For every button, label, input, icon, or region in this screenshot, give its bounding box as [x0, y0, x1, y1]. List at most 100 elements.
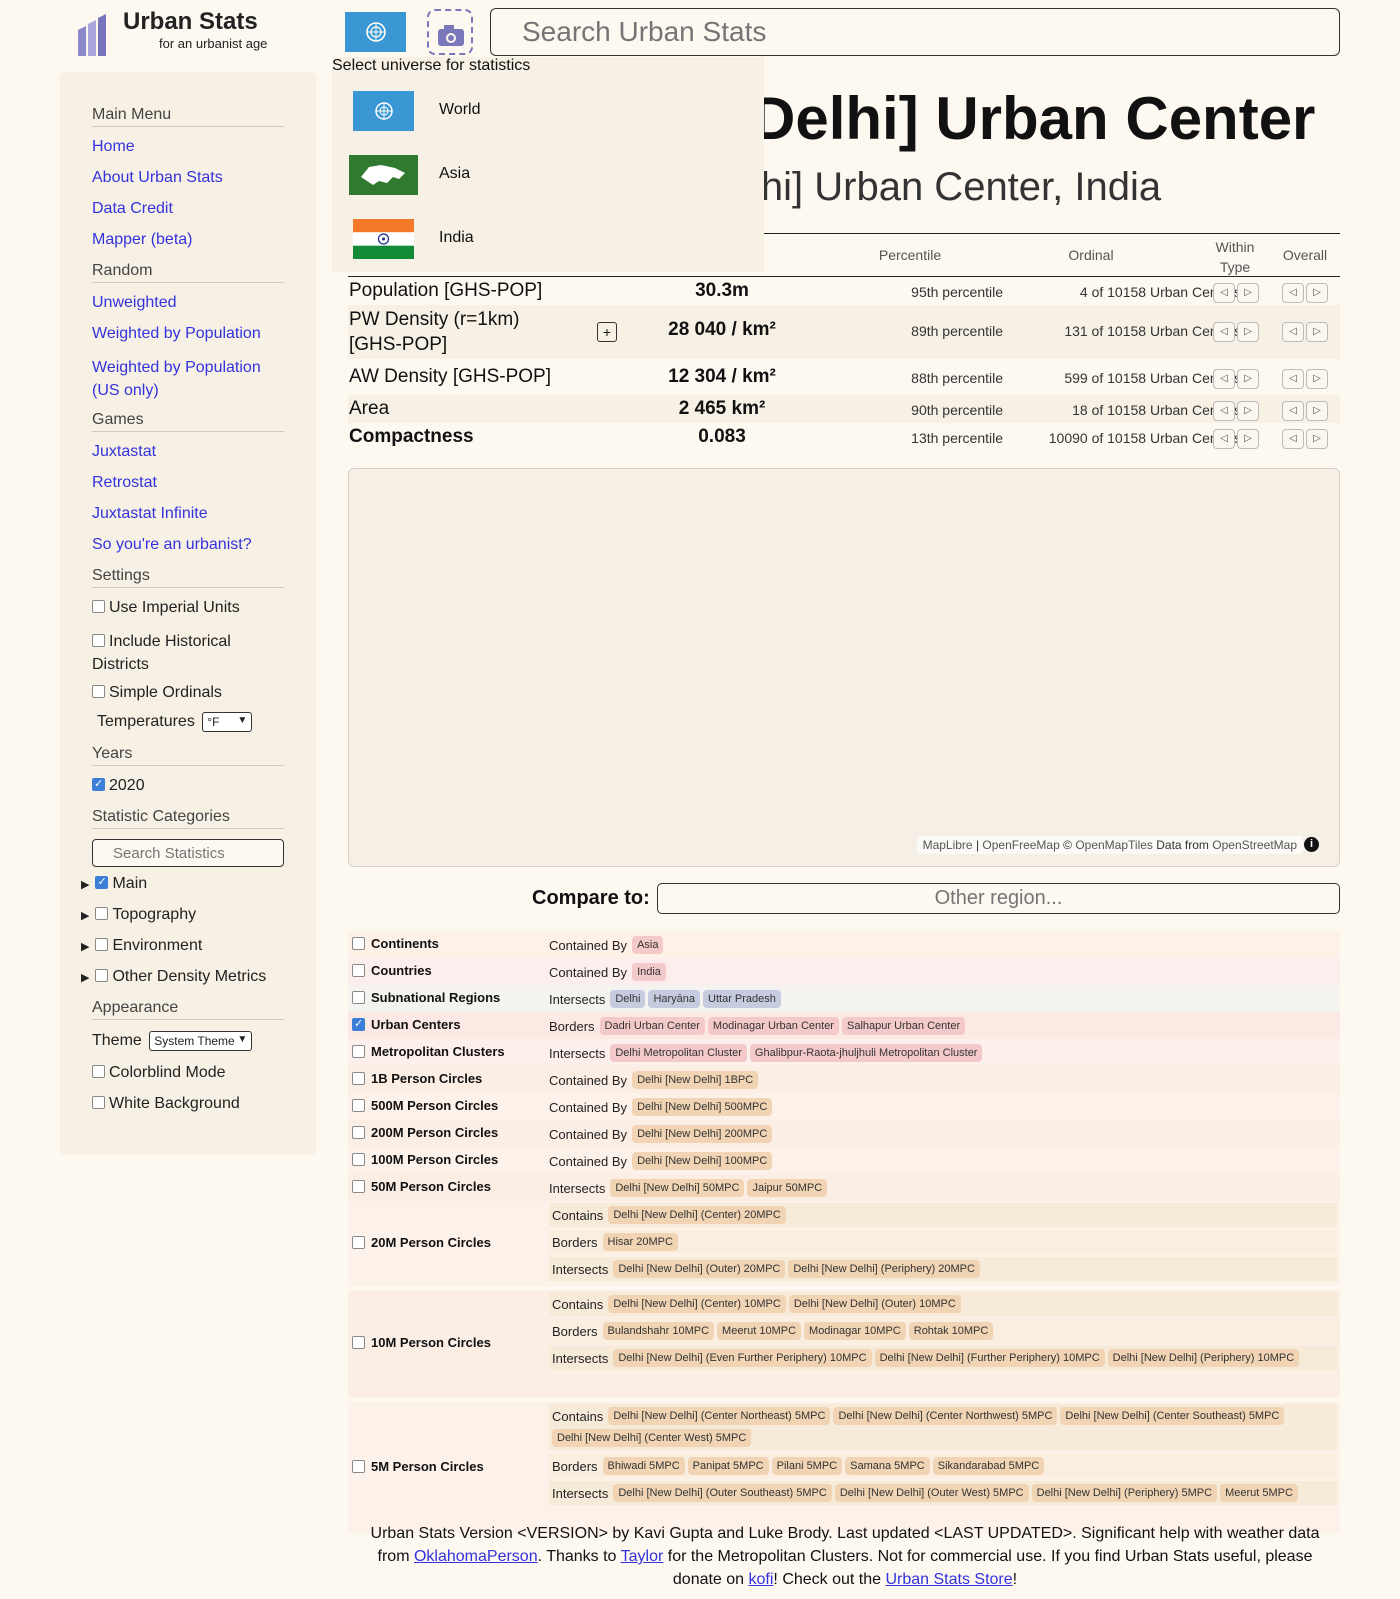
info-icon[interactable]: i — [1304, 837, 1319, 852]
next-within-type-button[interactable]: ▷ — [1237, 429, 1259, 449]
footer-link-store[interactable]: Urban Stats Store — [885, 1571, 1012, 1588]
related-region-tag[interactable]: Delhi [New Delhi] (Center Southeast) 5MP… — [1060, 1407, 1285, 1425]
related-region-tag[interactable]: Ghalibpur-Raota-jhuljhuli Metropolitan C… — [749, 1044, 983, 1062]
related-region-tag[interactable]: Delhi [New Delhi] (Outer West) 5MPC — [834, 1484, 1029, 1502]
related-region-tag[interactable]: Sikandarabad 5MPC — [932, 1457, 1045, 1475]
openfreemap-link[interactable]: OpenFreeMap — [982, 838, 1059, 852]
setting-imperial-units[interactable]: Use Imperial Units — [92, 599, 240, 617]
related-region-tag[interactable]: Delhi [New Delhi] (Outer Southeast) 5MPC — [613, 1484, 832, 1502]
simple-ordinals-checkbox[interactable] — [92, 685, 105, 698]
stat-name[interactable]: AW Density [GHS-POP] — [349, 366, 551, 388]
related-region-tag[interactable]: Delhi [New Delhi] (Center) 20MPC — [608, 1206, 786, 1224]
search-statistics-input[interactable] — [92, 839, 284, 867]
related-region-tag[interactable]: Asia — [632, 936, 664, 954]
prev-within-type-button[interactable]: ◁ — [1213, 369, 1235, 389]
setting-year-2020[interactable]: 2020 — [92, 777, 145, 795]
next-overall-button[interactable]: ▷ — [1306, 429, 1328, 449]
related-region-tag[interactable]: India — [632, 963, 666, 981]
relationship-type[interactable]: 100M Person Circles — [352, 1152, 498, 1167]
expand-plus-button[interactable]: + — [597, 322, 617, 342]
related-region-tag[interactable]: Delhi [New Delhi] 50MPC — [610, 1179, 745, 1197]
footer-link-oklahomaperson[interactable]: OklahomaPerson — [414, 1548, 538, 1565]
relationship-checkbox[interactable] — [352, 1179, 365, 1193]
sidebar-link-urbanist-quiz[interactable]: So you're an urbanist? — [92, 536, 252, 554]
next-overall-button[interactable]: ▷ — [1306, 322, 1328, 342]
sidebar-link-unweighted[interactable]: Unweighted — [92, 294, 177, 312]
category-topography[interactable]: ▶ Topography — [81, 906, 196, 924]
theme-select[interactable]: System Theme ▼ — [149, 1031, 253, 1051]
related-region-tag[interactable]: Modinagar Urban Center — [707, 1017, 839, 1035]
site-logo[interactable]: Urban Stats for an urbanist age — [76, 8, 276, 58]
related-region-tag[interactable]: Delhi [New Delhi] (Center Northeast) 5MP… — [608, 1407, 831, 1425]
related-region-tag[interactable]: Delhi [New Delhi] (Center) 10MPC — [608, 1295, 786, 1313]
related-region-tag[interactable]: Samana 5MPC — [845, 1457, 930, 1475]
related-region-tag[interactable]: Delhi [New Delhi] (Periphery) 10MPC — [1107, 1349, 1300, 1367]
stat-name[interactable]: PW Density (r=1km) [GHS-POP] — [349, 307, 569, 357]
colorblind-checkbox[interactable] — [92, 1065, 105, 1078]
sidebar-link-mapper[interactable]: Mapper (beta) — [92, 231, 193, 249]
next-overall-button[interactable]: ▷ — [1306, 401, 1328, 421]
map-panel[interactable]: MapLibre | OpenFreeMap © OpenMapTiles Da… — [348, 468, 1340, 867]
related-region-tag[interactable]: Uttar Pradesh — [703, 990, 781, 1008]
relationship-checkbox[interactable] — [352, 1336, 365, 1349]
universe-selector-button[interactable] — [345, 12, 406, 52]
relationship-checkbox[interactable] — [352, 1017, 365, 1031]
sidebar-link-data-credit[interactable]: Data Credit — [92, 200, 173, 218]
related-region-tag[interactable]: Delhi [New Delhi] 1BPC — [632, 1071, 759, 1089]
next-within-type-button[interactable]: ▷ — [1237, 322, 1259, 342]
sidebar-link-juxtastat-infinite[interactable]: Juxtastat Infinite — [92, 505, 208, 523]
setting-white-background[interactable]: White Background — [92, 1095, 240, 1113]
prev-within-type-button[interactable]: ◁ — [1213, 283, 1235, 303]
sidebar-link-about[interactable]: About Urban Stats — [92, 169, 223, 187]
prev-within-type-button[interactable]: ◁ — [1213, 322, 1235, 342]
relationship-type[interactable]: 50M Person Circles — [352, 1179, 491, 1194]
compare-region-input[interactable] — [657, 883, 1340, 914]
setting-simple-ordinals[interactable]: Simple Ordinals — [92, 684, 222, 702]
expand-triangle-icon[interactable]: ▶ — [81, 879, 89, 891]
maplibre-link[interactable]: MapLibre — [923, 838, 973, 852]
next-overall-button[interactable]: ▷ — [1306, 369, 1328, 389]
relationship-type[interactable]: 10M Person Circles — [352, 1335, 491, 1350]
relationship-type[interactable]: Metropolitan Clusters — [352, 1044, 505, 1059]
relationship-type[interactable]: Countries — [352, 963, 432, 978]
related-region-tag[interactable]: Modinagar 10MPC — [804, 1322, 906, 1340]
category-topography-checkbox[interactable] — [95, 907, 109, 920]
relationship-type[interactable]: 200M Person Circles — [352, 1125, 498, 1140]
sidebar-link-retrostat[interactable]: Retrostat — [92, 474, 157, 492]
next-within-type-button[interactable]: ▷ — [1237, 283, 1259, 303]
relationship-checkbox[interactable] — [352, 1044, 365, 1058]
sidebar-link-home[interactable]: Home — [92, 138, 135, 156]
relationship-checkbox[interactable] — [352, 990, 365, 1004]
related-region-tag[interactable]: Salhapur Urban Center — [841, 1017, 966, 1035]
sidebar-link-juxtastat[interactable]: Juxtastat — [92, 443, 156, 461]
relationship-checkbox[interactable] — [352, 1152, 365, 1166]
next-overall-button[interactable]: ▷ — [1306, 283, 1328, 303]
universe-option-india[interactable]: India — [346, 219, 746, 259]
openstreetmap-link[interactable]: OpenStreetMap — [1212, 838, 1297, 852]
related-region-tag[interactable]: Rohtak 10MPC — [908, 1322, 994, 1340]
prev-overall-button[interactable]: ◁ — [1282, 283, 1304, 303]
prev-overall-button[interactable]: ◁ — [1282, 322, 1304, 342]
expand-triangle-icon[interactable]: ▶ — [81, 910, 89, 922]
footer-link-taylor[interactable]: Taylor — [621, 1548, 664, 1565]
category-other-density-checkbox[interactable] — [95, 969, 109, 982]
next-within-type-button[interactable]: ▷ — [1237, 401, 1259, 421]
search-input[interactable] — [490, 8, 1340, 56]
related-region-tag[interactable]: Delhi [New Delhi] (Further Periphery) 10… — [874, 1349, 1105, 1367]
related-region-tag[interactable]: Delhi [New Delhi] (Center Northwest) 5MP… — [833, 1407, 1058, 1425]
relationship-checkbox[interactable] — [352, 1125, 365, 1139]
related-region-tag[interactable]: Delhi [New Delhi] (Periphery) 20MPC — [788, 1260, 980, 1278]
related-region-tag[interactable]: Hisar 20MPC — [602, 1233, 678, 1251]
sidebar-link-weighted-population[interactable]: Weighted by Population — [92, 325, 261, 343]
setting-colorblind[interactable]: Colorblind Mode — [92, 1064, 226, 1082]
historical-districts-checkbox[interactable] — [92, 634, 105, 647]
related-region-tag[interactable]: Bhiwadi 5MPC — [602, 1457, 685, 1475]
year-2020-checkbox[interactable] — [92, 777, 105, 791]
expand-triangle-icon[interactable]: ▶ — [81, 941, 89, 953]
category-environment-checkbox[interactable] — [95, 938, 109, 951]
related-region-tag[interactable]: Delhi [New Delhi] (Periphery) 5MPC — [1031, 1484, 1218, 1502]
setting-historical-districts[interactable]: Include Historical Districts — [92, 630, 272, 676]
imperial-units-checkbox[interactable] — [92, 600, 105, 613]
related-region-tag[interactable]: Delhi [New Delhi] 200MPC — [632, 1125, 773, 1143]
temperature-unit-select[interactable]: °F ▼ — [202, 712, 253, 732]
